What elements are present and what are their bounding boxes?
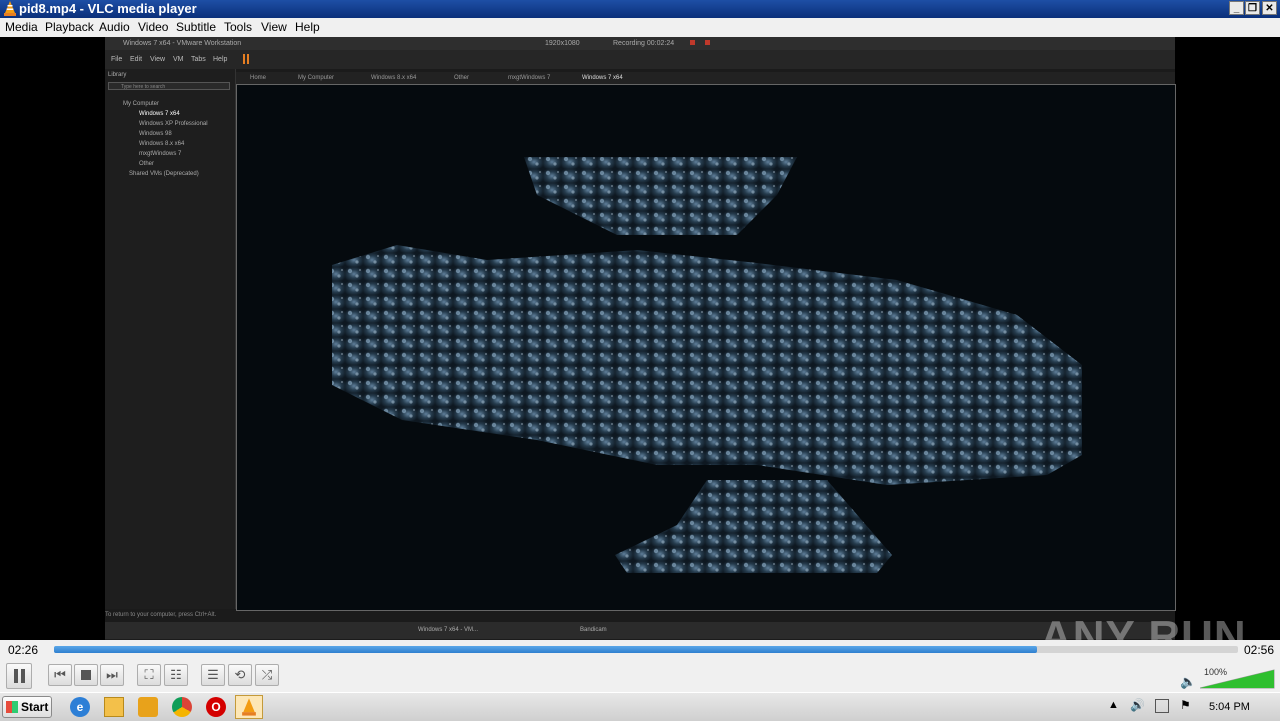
chrome-icon[interactable] (172, 697, 192, 717)
vm-recording: Recording 00:02:24 (613, 40, 675, 47)
vm-title-bar: Windows 7 x64 - VMware Workstation 1920x… (105, 37, 1175, 50)
menu-view[interactable]: View (261, 20, 287, 34)
pause-icon (13, 669, 18, 683)
start-label: Start (21, 700, 49, 714)
shuffle-button[interactable]: ⤮ (255, 664, 279, 686)
system-tray: ▲ 🔊 ⚑ (1100, 693, 1280, 721)
vm-tab: mxgtWindows 7 (508, 75, 551, 81)
tree-item: Windows 98 (139, 131, 172, 137)
fullscreen-icon: ⛶ (144, 667, 154, 682)
vm-menu-tabs: Tabs (191, 56, 206, 63)
tree-item: mxgtWindows 7 (139, 151, 182, 157)
extended-settings-button[interactable]: ☷ (164, 664, 188, 686)
next-button[interactable]: ⏭ (100, 664, 124, 686)
library-search: Type here to search (108, 82, 230, 90)
menu-audio[interactable]: Audio (99, 20, 130, 34)
vm-tab: Windows 8.x x64 (371, 75, 417, 81)
volume-slider[interactable] (1200, 668, 1276, 690)
title-bar: pid8.mp4 - VLC media player _ ❐ ✕ (0, 0, 1280, 18)
elapsed-time[interactable]: 02:26 (8, 643, 38, 657)
player-controls: 02:26 02:56 ⏮ ⏭ ⛶ ☷ ☰ ⟲ ⤮ 🔈 100% (0, 640, 1280, 692)
tree-item: Shared VMs (Deprecated) (129, 171, 199, 177)
video-area[interactable]: Windows 7 x64 - VMware Workstation 1920x… (0, 37, 1280, 640)
clock[interactable]: 5:04 PM (1209, 701, 1250, 713)
library-tree: My Computer Windows 7 x64 Windows XP Pro… (113, 99, 208, 179)
vm-screen (236, 84, 1176, 611)
speaker-icon[interactable]: 🔈 (1180, 674, 1196, 690)
minimize-button[interactable]: _ (1229, 1, 1244, 15)
vlc-taskbar-button[interactable] (235, 695, 263, 719)
menu-media[interactable]: Media (5, 20, 38, 34)
vm-toolbar: File Edit View VM Tabs Help (105, 50, 1175, 69)
playlist-icon: ☰ (207, 667, 219, 682)
restore-button[interactable]: ❐ (1245, 1, 1260, 15)
stop-button[interactable] (74, 664, 98, 686)
vm-taskbar-item: Windows 7 x64 - VM... (418, 627, 479, 633)
vm-resolution: 1920x1080 (545, 40, 580, 47)
library-title: Library (108, 72, 127, 78)
vlc-cone-icon (242, 698, 256, 716)
vm-tabs: Home My Computer Windows 8.x x64 Other m… (236, 72, 1175, 84)
vm-menu-edit: Edit (130, 56, 143, 63)
tree-item: Windows XP Professional (139, 121, 208, 127)
rec-icon (690, 40, 695, 45)
fullscreen-button[interactable]: ⛶ (137, 664, 161, 686)
tree-item: Windows 8.x x64 (139, 141, 185, 147)
vm-library-panel: Library Type here to search My Computer … (105, 69, 236, 609)
fractal-image (332, 157, 1082, 573)
previous-button[interactable]: ⏮ (48, 664, 72, 686)
tree-item: Windows 7 x64 (139, 111, 180, 117)
stop-icon (81, 670, 91, 680)
previous-icon: ⏮ (54, 667, 66, 682)
loop-icon: ⟲ (234, 667, 246, 682)
tree-item: Other (139, 161, 155, 167)
vm-guest-taskbar: Windows 7 x64 - VM... Bandicam (105, 622, 1175, 639)
vm-tab: Home (250, 75, 267, 81)
extended-settings-icon: ☷ (170, 667, 182, 682)
vm-taskbar-item: Bandicam (580, 627, 607, 633)
total-time[interactable]: 02:56 (1244, 643, 1274, 657)
vm-pause-icon (243, 54, 245, 64)
folder-icon[interactable] (104, 697, 124, 717)
tray-flag-icon[interactable]: ⚑ (1180, 698, 1191, 712)
menu-bar: Media Playback Audio Video Subtitle Tool… (0, 18, 1280, 37)
seek-bar[interactable] (54, 646, 1238, 653)
menu-help[interactable]: Help (295, 20, 320, 34)
menu-video[interactable]: Video (138, 20, 168, 34)
tree-item: My Computer (123, 101, 160, 107)
close-button[interactable]: ✕ (1262, 1, 1277, 15)
playlist-button[interactable]: ☰ (201, 664, 225, 686)
seek-progress (54, 646, 1037, 653)
window-title: pid8.mp4 - VLC media player (19, 1, 197, 16)
stop-rec-icon (705, 40, 710, 45)
media-player-icon[interactable] (138, 697, 158, 717)
windows-logo-icon (6, 701, 18, 713)
video-frame: Windows 7 x64 - VMware Workstation 1920x… (105, 37, 1176, 640)
vm-menu-file: File (111, 56, 123, 63)
vm-status: To return to your computer, press Ctrl+A… (105, 612, 1175, 622)
opera-icon[interactable]: O (206, 697, 226, 717)
menu-subtitle[interactable]: Subtitle (176, 20, 216, 34)
vm-title: Windows 7 x64 - VMware Workstation (123, 40, 242, 47)
tray-network-icon[interactable] (1155, 699, 1169, 713)
start-button[interactable]: Start (2, 696, 52, 718)
tray-volume-icon[interactable]: 🔊 (1130, 698, 1145, 712)
os-taskbar: Start e O ▲ 🔊 ⚑ 5:04 PM (0, 692, 1280, 721)
ie-icon[interactable]: e (70, 697, 90, 717)
vm-tab-active: Windows 7 x64 (582, 75, 623, 81)
vm-menu-vm: VM (173, 56, 184, 63)
vlc-cone-icon (4, 1, 16, 16)
vm-menu-help: Help (213, 56, 228, 63)
loop-button[interactable]: ⟲ (228, 664, 252, 686)
vm-menu-view: View (150, 56, 166, 63)
next-icon: ⏭ (106, 667, 118, 682)
tray-expand-icon[interactable]: ▲ (1108, 699, 1119, 711)
vm-tab: Other (454, 75, 470, 81)
pause-button[interactable] (6, 663, 32, 689)
menu-playback[interactable]: Playback (45, 20, 94, 34)
vm-tab: My Computer (298, 75, 335, 81)
menu-tools[interactable]: Tools (224, 20, 252, 34)
shuffle-icon: ⤮ (261, 667, 273, 682)
